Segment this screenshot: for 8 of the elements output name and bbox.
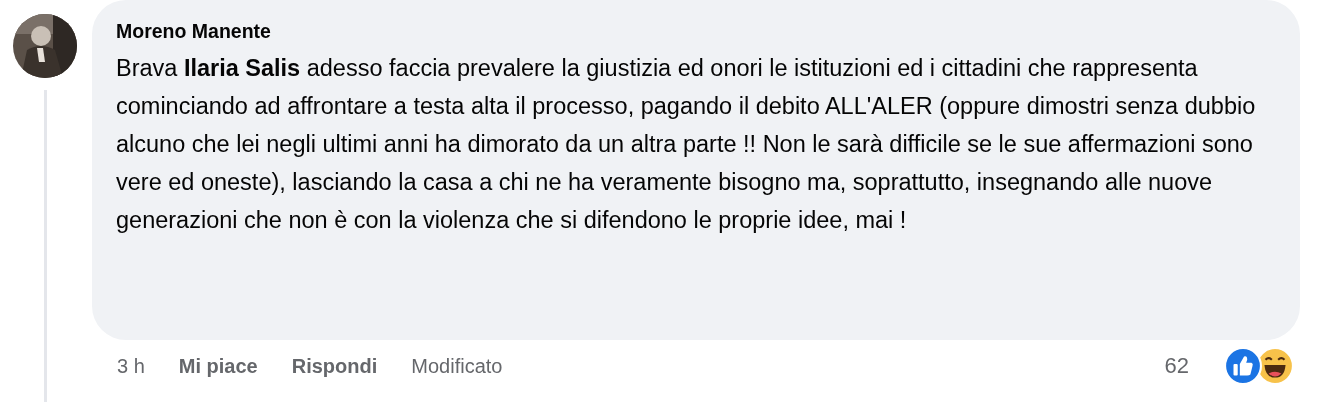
reply-button[interactable]: Rispondi: [291, 354, 378, 378]
timestamp[interactable]: 3 h: [117, 354, 145, 378]
thumbs-up-icon: [1224, 347, 1262, 385]
like-button[interactable]: Mi piace: [178, 354, 258, 378]
author-name[interactable]: Moreno Manente: [116, 20, 1276, 43]
comment-text: Brava Ilaria Salis adesso faccia prevalere la giustizia ed onori le istituzioni ed i cittadini che rappresenta cominciando ad affrontare a testa alta il processo, pagando il debito ALL'ALER (oppure dimostri senza dubbio alcuno che lei negli ultimi anni ha dimorato da un altra parte !! Non le sarà difficile se le sue affermazioni sono vere ed oneste), lasciando la casa a chi ne ha veramente bisogno ma, soprattutto, insegnando alle nuove generazioni che non è con la violenza che si difendono le proprie idee, mai !: [116, 54, 1257, 235]
edited-label: Modificato: [411, 354, 503, 378]
reaction-count[interactable]: 62: [1164, 353, 1189, 379]
